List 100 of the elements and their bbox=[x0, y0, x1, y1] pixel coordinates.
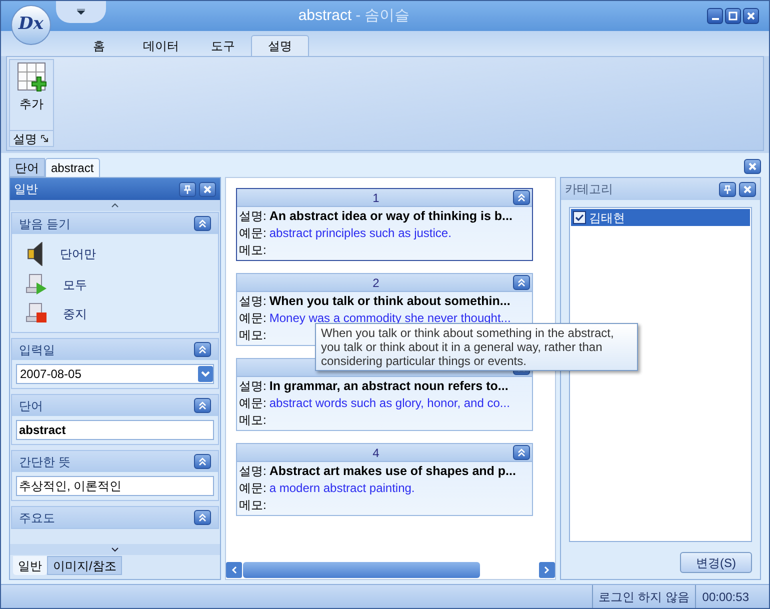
change-button[interactable]: 변경(S) bbox=[680, 552, 752, 573]
pin-icon bbox=[723, 184, 732, 194]
panel-title: 카테고리 bbox=[565, 181, 614, 198]
double-chevron-up-icon bbox=[198, 513, 207, 522]
memo-label: 메모: bbox=[239, 412, 266, 429]
add-button[interactable]: 추가 bbox=[10, 60, 53, 130]
table-add-icon bbox=[16, 62, 46, 92]
collapse-button[interactable] bbox=[194, 342, 211, 357]
chevron-right-icon bbox=[544, 566, 550, 574]
panel-tab[interactable]: 일반 bbox=[13, 556, 47, 575]
collapse-button[interactable] bbox=[194, 216, 211, 231]
double-chevron-up-icon bbox=[198, 457, 207, 466]
close-icon bbox=[748, 162, 757, 171]
double-chevron-up-icon bbox=[198, 401, 207, 410]
app-logo[interactable]: Dx bbox=[11, 5, 51, 45]
tooltip: When you talk or think about something in the abstract, you talk or think about it in a general way, rather than considering particular things or events. bbox=[315, 323, 638, 371]
action-link[interactable]: 모두 bbox=[63, 276, 87, 294]
close-button[interactable] bbox=[739, 182, 756, 196]
speaker-icon bbox=[26, 242, 44, 266]
pin-button[interactable] bbox=[719, 182, 736, 196]
text-field[interactable]: abstract bbox=[16, 420, 214, 440]
section-title: 단어 bbox=[19, 398, 44, 414]
scroll-left-button[interactable] bbox=[226, 562, 242, 578]
document-tab[interactable]: abstract bbox=[45, 158, 100, 177]
example-label: 예문: bbox=[239, 395, 266, 412]
category-label: 김태현 bbox=[589, 210, 625, 226]
document-tab[interactable]: 단어 bbox=[9, 158, 45, 177]
card-number: 4 bbox=[372, 444, 380, 462]
description-label: 설명: bbox=[239, 293, 266, 310]
section-title: 발음 듣기 bbox=[19, 216, 72, 232]
close-icon bbox=[746, 11, 756, 21]
title-separator: - bbox=[356, 6, 361, 26]
window-title: abstract bbox=[298, 6, 352, 26]
scroll-thumb[interactable] bbox=[243, 562, 480, 578]
minimize-icon bbox=[712, 18, 718, 20]
close-document-button[interactable] bbox=[744, 159, 761, 174]
example-label: 예문: bbox=[239, 310, 266, 327]
example-text: abstract words such as glory, honor, and co... bbox=[269, 395, 510, 412]
pin-icon bbox=[183, 184, 192, 194]
double-chevron-up-icon bbox=[198, 345, 207, 354]
double-chevron-up-icon bbox=[517, 278, 526, 287]
login-status: 로그인 하지 않음 bbox=[592, 585, 696, 608]
card-number: 2 bbox=[372, 274, 380, 292]
description-label: 설명: bbox=[239, 378, 266, 395]
maximize-button[interactable] bbox=[725, 8, 741, 24]
chevron-up-icon bbox=[111, 203, 119, 208]
minimize-button[interactable] bbox=[707, 8, 723, 24]
ribbon-tab[interactable]: 데이터 bbox=[127, 35, 195, 56]
close-icon bbox=[743, 184, 752, 194]
memo-label: 메모: bbox=[239, 242, 266, 259]
collapse-button[interactable] bbox=[194, 454, 211, 469]
pin-button[interactable] bbox=[179, 182, 196, 196]
collapse-button[interactable] bbox=[513, 275, 530, 290]
collapse-button[interactable] bbox=[194, 398, 211, 413]
description-label: 설명: bbox=[239, 463, 266, 480]
example-text: abstract principles such as justice. bbox=[269, 225, 452, 242]
category-item[interactable]: 김태현 bbox=[571, 209, 750, 226]
group-label: 설명 bbox=[13, 130, 37, 148]
text-field[interactable]: 추상적인, 이론적인 bbox=[16, 476, 214, 496]
double-chevron-up-icon bbox=[517, 448, 526, 457]
app-name: 솜이슬 bbox=[364, 6, 410, 26]
description-text: An abstract idea or way of thinking is b... bbox=[269, 208, 512, 225]
section-title: 입력일 bbox=[19, 342, 56, 358]
double-chevron-up-icon bbox=[198, 219, 207, 228]
date-dropdown[interactable]: 2007-08-05 bbox=[16, 364, 214, 384]
action-link[interactable]: 중지 bbox=[63, 304, 87, 322]
collapse-button[interactable] bbox=[513, 190, 530, 205]
section-title: 주요도 bbox=[19, 510, 56, 526]
elapsed-time: 00:00:53 bbox=[695, 585, 755, 608]
chevron-down-icon bbox=[198, 366, 213, 382]
collapse-button[interactable] bbox=[194, 510, 211, 525]
description-text: Abstract art makes use of shapes and p... bbox=[269, 463, 516, 480]
memo-label: 메모: bbox=[239, 327, 266, 344]
description-label: 설명: bbox=[239, 208, 266, 225]
section-title: 간단한 뜻 bbox=[19, 454, 72, 470]
collapse-button[interactable] bbox=[513, 445, 530, 460]
ribbon-tab[interactable]: 도구 bbox=[195, 35, 251, 56]
example-label: 예문: bbox=[239, 480, 266, 497]
description-text: In grammar, an abstract noun refers to... bbox=[269, 378, 508, 395]
example-text: a modern abstract painting. bbox=[269, 480, 415, 497]
check-icon bbox=[575, 213, 584, 222]
chevron-down-icon bbox=[111, 547, 119, 552]
ribbon-tab[interactable]: 홈 bbox=[71, 35, 127, 56]
scroll-play-icon bbox=[26, 274, 47, 295]
checkbox[interactable] bbox=[573, 211, 586, 224]
description-text: When you talk or think about somethin... bbox=[269, 293, 510, 310]
example-label: 예문: bbox=[239, 225, 266, 242]
close-icon bbox=[203, 184, 212, 194]
panel-tab[interactable]: 이미지/참조 bbox=[47, 556, 122, 575]
action-link[interactable]: 단어만 bbox=[60, 245, 96, 263]
double-chevron-up-icon bbox=[517, 193, 526, 202]
panel-title: 일반 bbox=[14, 181, 39, 198]
close-button[interactable] bbox=[743, 8, 759, 24]
ribbon-tab[interactable]: 설명 bbox=[251, 35, 309, 56]
close-button[interactable] bbox=[199, 182, 216, 196]
scroll-right-button[interactable] bbox=[539, 562, 555, 578]
memo-label: 메모: bbox=[239, 497, 266, 514]
dialog-launcher-icon[interactable] bbox=[41, 135, 48, 142]
card-number: 1 bbox=[372, 190, 380, 206]
chevron-left-icon bbox=[231, 566, 237, 574]
